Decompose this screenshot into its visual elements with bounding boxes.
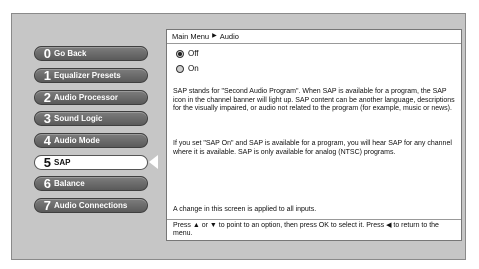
breadcrumb: Main Menu ▶ Audio — [167, 30, 461, 44]
description-paragraph-1: SAP stands for "Second Audio Program". W… — [173, 88, 455, 113]
menu-item-label: Go Back — [54, 49, 87, 58]
description-paragraph-2: If you set "SAP On" and SAP is available… — [173, 140, 452, 156]
menu-item-balance[interactable]: 6 Balance — [34, 176, 148, 191]
menu-item-label: Sound Logic — [54, 114, 103, 123]
radio-unselected-icon — [176, 64, 184, 73]
help-text: Press ▲ or ▼ to point to an option, then… — [167, 219, 461, 240]
menu-item-audio-processor[interactable]: 2 Audio Processor — [34, 90, 148, 105]
menu-item-label: Audio Processor — [54, 93, 119, 102]
menu-item-go-back[interactable]: 0 Go Back — [34, 46, 148, 61]
menu-item-label: Audio Mode — [54, 136, 100, 145]
menu-item-equalizer-presets[interactable]: 1 Equalizer Presets — [34, 68, 148, 83]
menu-item-label: Balance — [54, 179, 85, 188]
menu-item-audio-mode[interactable]: 4 Audio Mode — [34, 133, 148, 148]
breadcrumb-root: Main Menu — [172, 32, 210, 41]
menu-item-label: SAP — [54, 158, 71, 167]
menu-item-audio-connections[interactable]: 7 Audio Connections — [34, 198, 148, 213]
option-on[interactable]: On — [176, 64, 199, 73]
selection-pointer-icon — [149, 155, 158, 169]
menu-item-label: Equalizer Presets — [54, 71, 121, 80]
menu-item-label: Audio Connections — [54, 201, 128, 210]
sap-panel: Main Menu ▶ Audio Off On SAP stands for … — [166, 29, 462, 241]
apply-note: A change in this screen is applied to al… — [173, 206, 317, 213]
menu-item-number: 7 — [43, 198, 51, 213]
radio-selected-icon — [176, 49, 184, 58]
menu-item-number: 0 — [43, 46, 51, 61]
menu-item-sound-logic[interactable]: 3 Sound Logic — [34, 111, 148, 126]
option-label: Off — [188, 49, 199, 58]
menu-item-number: 1 — [43, 68, 51, 83]
menu-item-number: 5 — [43, 155, 51, 170]
menu-item-number: 3 — [43, 111, 51, 126]
breadcrumb-current: Audio — [219, 32, 239, 41]
menu-item-sap[interactable]: 5 SAP — [34, 155, 148, 170]
menu-item-number: 4 — [43, 133, 51, 148]
breadcrumb-arrow-icon: ▶ — [212, 33, 217, 39]
menu-item-number: 6 — [43, 176, 51, 191]
option-off[interactable]: Off — [176, 49, 199, 58]
menu-item-number: 2 — [43, 90, 51, 105]
option-label: On — [188, 64, 199, 73]
